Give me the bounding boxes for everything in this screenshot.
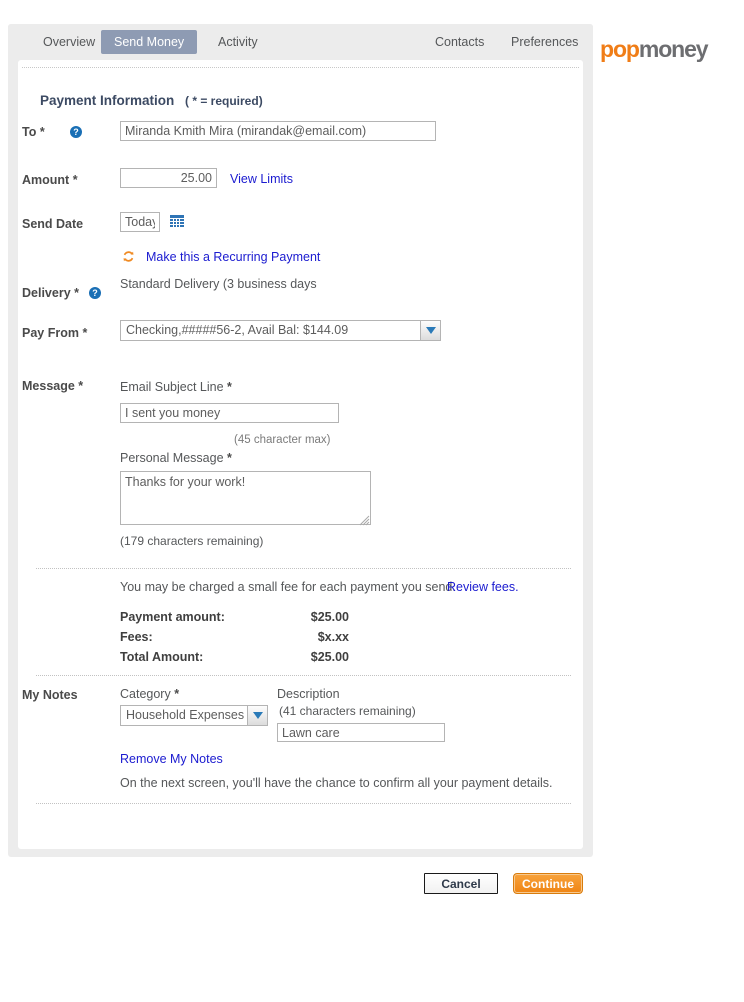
delivery-label: Delivery * xyxy=(22,286,79,300)
total-amount-value: $25.00 xyxy=(287,650,349,664)
amount-label: Amount * xyxy=(22,173,78,187)
to-required-mark: * xyxy=(40,125,45,139)
message-label: Message * xyxy=(22,379,83,393)
to-label: To * xyxy=(22,125,45,139)
fee-notice-text: You may be charged a small fee for each … xyxy=(120,580,456,594)
category-selected-value: Household Expenses xyxy=(126,706,244,725)
personal-message-label-text: Personal Message xyxy=(120,451,224,465)
divider-fees xyxy=(36,568,571,569)
fees-value: $x.xx xyxy=(287,630,349,644)
delivery-value: Standard Delivery (3 business days xyxy=(120,277,317,291)
logo-money-text: money xyxy=(639,36,708,62)
to-input[interactable] xyxy=(120,121,436,141)
personal-message-required-mark: * xyxy=(227,451,232,465)
personal-message-hint: (179 characters remaining) xyxy=(120,534,263,548)
my-notes-label: My Notes xyxy=(22,688,78,702)
page-title: Payment Information xyxy=(40,93,174,108)
delivery-help-icon[interactable]: ? xyxy=(89,287,101,299)
view-limits-link[interactable]: View Limits xyxy=(230,172,293,186)
pay-from-selected-value: Checking,#####56-2, Avail Bal: $144.09 xyxy=(126,321,348,340)
pay-from-label: Pay From * xyxy=(22,326,87,340)
amount-input[interactable] xyxy=(120,168,217,188)
send-date-label: Send Date xyxy=(22,217,83,231)
description-label: Description xyxy=(277,687,340,701)
category-required-mark: * xyxy=(174,687,179,701)
amount-label-text: Amount xyxy=(22,173,69,187)
delivery-required-mark: * xyxy=(74,286,79,300)
required-note: ( * = required) xyxy=(185,94,263,108)
make-recurring-payment-link[interactable]: Make this a Recurring Payment xyxy=(146,250,320,264)
review-fees-link[interactable]: Review fees. xyxy=(447,580,519,594)
delivery-label-text: Delivery xyxy=(22,286,71,300)
description-hint: (41 characters remaining) xyxy=(279,704,416,718)
message-label-text: Message xyxy=(22,379,75,393)
pay-from-select[interactable]: Checking,#####56-2, Avail Bal: $144.09 xyxy=(120,320,441,341)
email-subject-input[interactable] xyxy=(120,403,339,423)
description-input[interactable] xyxy=(277,723,445,742)
email-subject-required-mark: * xyxy=(227,380,232,394)
amount-required-mark: * xyxy=(73,173,78,187)
email-subject-hint: (45 character max) xyxy=(234,434,331,446)
next-screen-note: On the next screen, you'll have the chan… xyxy=(120,776,552,790)
pay-from-chevron-down-icon[interactable] xyxy=(420,321,440,340)
payment-amount-value: $25.00 xyxy=(287,610,349,624)
tab-overview[interactable]: Overview xyxy=(30,30,108,54)
tab-bar: Overview Send Money Activity Contacts Pr… xyxy=(8,24,593,60)
recurring-arrows-icon[interactable] xyxy=(122,250,135,263)
fees-key: Fees: xyxy=(120,630,153,644)
category-select[interactable]: Household Expenses xyxy=(120,705,268,726)
to-help-icon[interactable]: ? xyxy=(70,126,82,138)
continue-button[interactable]: Continue xyxy=(513,873,583,894)
category-chevron-down-icon[interactable] xyxy=(247,706,267,725)
to-label-text: To xyxy=(22,125,36,139)
logo-pop-text: pop xyxy=(600,36,639,62)
category-label: Category * xyxy=(120,687,179,701)
send-date-input[interactable] xyxy=(120,212,160,232)
pay-from-required-mark: * xyxy=(82,326,87,340)
payment-amount-key: Payment amount: xyxy=(120,610,225,624)
calendar-icon[interactable] xyxy=(170,215,184,228)
tab-send-money[interactable]: Send Money xyxy=(101,30,197,54)
card-inner: Payment Information ( * = required) To *… xyxy=(22,67,579,845)
email-subject-label: Email Subject Line * xyxy=(120,380,232,394)
divider-my-notes xyxy=(36,675,571,676)
pay-from-label-text: Pay From xyxy=(22,326,79,340)
divider-actions xyxy=(36,803,571,804)
tab-preferences[interactable]: Preferences xyxy=(498,30,591,54)
category-label-text: Category xyxy=(120,687,171,701)
cancel-button[interactable]: Cancel xyxy=(424,873,498,894)
remove-my-notes-link[interactable]: Remove My Notes xyxy=(120,752,223,766)
tab-activity[interactable]: Activity xyxy=(205,30,271,54)
page-root: Overview Send Money Activity Contacts Pr… xyxy=(0,0,744,1002)
payment-card: Payment Information ( * = required) To *… xyxy=(18,60,583,849)
message-required-mark: * xyxy=(78,379,83,393)
total-amount-key: Total Amount: xyxy=(120,650,203,664)
personal-message-textarea[interactable] xyxy=(120,471,371,525)
personal-message-label: Personal Message * xyxy=(120,451,232,465)
email-subject-label-text: Email Subject Line xyxy=(120,380,224,394)
popmoney-logo: popmoney xyxy=(600,36,708,63)
tab-contacts[interactable]: Contacts xyxy=(422,30,497,54)
